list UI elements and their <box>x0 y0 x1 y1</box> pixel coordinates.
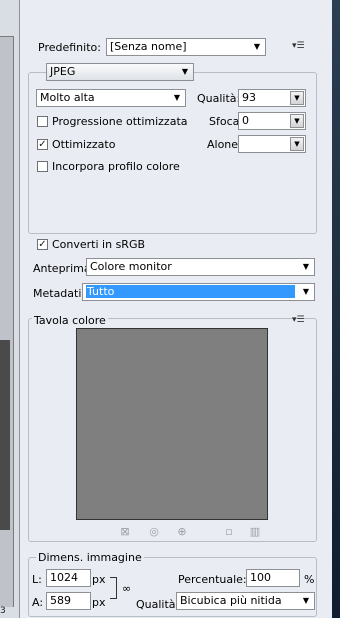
preview-value: Colore monitor <box>90 260 172 273</box>
web-shift-icon[interactable]: ◎ <box>148 526 160 538</box>
preview-zoom-number: 3 <box>0 606 6 616</box>
trash-icon[interactable]: ▥ <box>249 526 261 538</box>
metadata-select[interactable]: Tutto ▼ <box>82 283 315 301</box>
matte-label: Alone: <box>207 138 242 151</box>
chevron-down-icon[interactable]: ▼ <box>290 91 304 105</box>
height-field[interactable]: 589 <box>46 592 91 610</box>
resample-quality-label: Qualità: <box>136 598 180 611</box>
blur-value: 0 <box>242 114 249 127</box>
chevron-down-icon: ▼ <box>173 93 180 102</box>
chevron-down-icon: ▼ <box>302 287 309 296</box>
optimized-checkbox[interactable]: ✓ <box>37 139 48 150</box>
chevron-down-icon: ▼ <box>253 42 260 51</box>
percent-label: Percentuale: <box>178 573 247 586</box>
preset-select[interactable]: [Senza nome] ▼ <box>106 38 266 56</box>
chevron-down-icon: ▼ <box>302 596 309 605</box>
quality-field[interactable]: 93 ▼ <box>238 89 306 107</box>
percent-field[interactable]: 100 <box>246 569 300 587</box>
height-label: A: <box>32 596 44 609</box>
preset-value: [Senza nome] <box>110 40 187 53</box>
color-table-title: Tavola colore <box>32 314 108 327</box>
convert-srgb-checkbox[interactable]: ✓ <box>37 239 48 250</box>
matte-field[interactable]: ▼ <box>238 135 306 153</box>
quality-value: 93 <box>242 91 256 104</box>
chain-link-icon[interactable]: ∞ <box>122 582 131 595</box>
width-label: L: <box>32 573 42 586</box>
lock-icon[interactable]: ⊕ <box>176 526 188 538</box>
embed-profile-label: Incorpora profilo colore <box>52 160 180 173</box>
chevron-down-icon[interactable]: ▼ <box>290 114 304 128</box>
embed-profile-checkbox[interactable] <box>37 161 48 172</box>
color-swatch-area[interactable] <box>76 328 268 520</box>
window-frame-right <box>331 0 340 618</box>
progressive-checkbox[interactable] <box>37 116 48 127</box>
metadata-value: Tutto <box>86 285 295 298</box>
compression-select[interactable]: Molto alta ▼ <box>36 89 186 107</box>
preview-select[interactable]: Colore monitor ▼ <box>86 258 315 276</box>
convert-srgb-label: Converti in sRGB <box>52 238 146 251</box>
check-icon: ✓ <box>38 239 47 250</box>
panel-menu-icon[interactable]: ▾☰ <box>292 41 305 51</box>
width-field[interactable]: 1024 <box>46 569 91 587</box>
optimized-label: Ottimizzato <box>52 138 116 151</box>
preview-strip: 3 <box>0 0 19 618</box>
preview-image-detail <box>0 340 10 530</box>
chevron-down-icon: ▼ <box>181 67 188 76</box>
resample-quality-select[interactable]: Bicubica più nitida ▼ <box>176 592 315 610</box>
image-size-title: Dimens. immagine <box>36 551 144 564</box>
percent-unit: % <box>304 573 315 586</box>
preset-label: Predefinito: <box>38 41 101 54</box>
map-color-icon[interactable]: ⊠ <box>119 526 131 538</box>
format-select[interactable]: JPEG ▼ <box>46 63 194 81</box>
new-color-icon[interactable]: ▫ <box>223 526 235 538</box>
check-icon: ✓ <box>38 139 47 150</box>
width-unit: px <box>92 573 106 586</box>
chevron-down-icon: ▼ <box>302 262 309 271</box>
chevron-down-icon[interactable]: ▼ <box>290 137 304 151</box>
progressive-label: Progressione ottimizzata <box>52 115 188 128</box>
format-value: JPEG <box>50 65 76 78</box>
height-unit: px <box>92 596 106 609</box>
save-for-web-settings-panel: Predefinito: [Senza nome] ▼ ▾☰ JPEG ▼ Mo… <box>19 0 332 618</box>
resample-quality-value: Bicubica più nitida <box>180 594 282 607</box>
link-bracket <box>110 577 117 599</box>
compression-value: Molto alta <box>40 91 95 104</box>
quality-label: Qualità: <box>197 92 241 105</box>
metadata-label: Metadati: <box>33 287 86 300</box>
color-table-menu-icon[interactable]: ▾☰ <box>292 315 305 325</box>
blur-field[interactable]: 0 ▼ <box>238 112 306 130</box>
